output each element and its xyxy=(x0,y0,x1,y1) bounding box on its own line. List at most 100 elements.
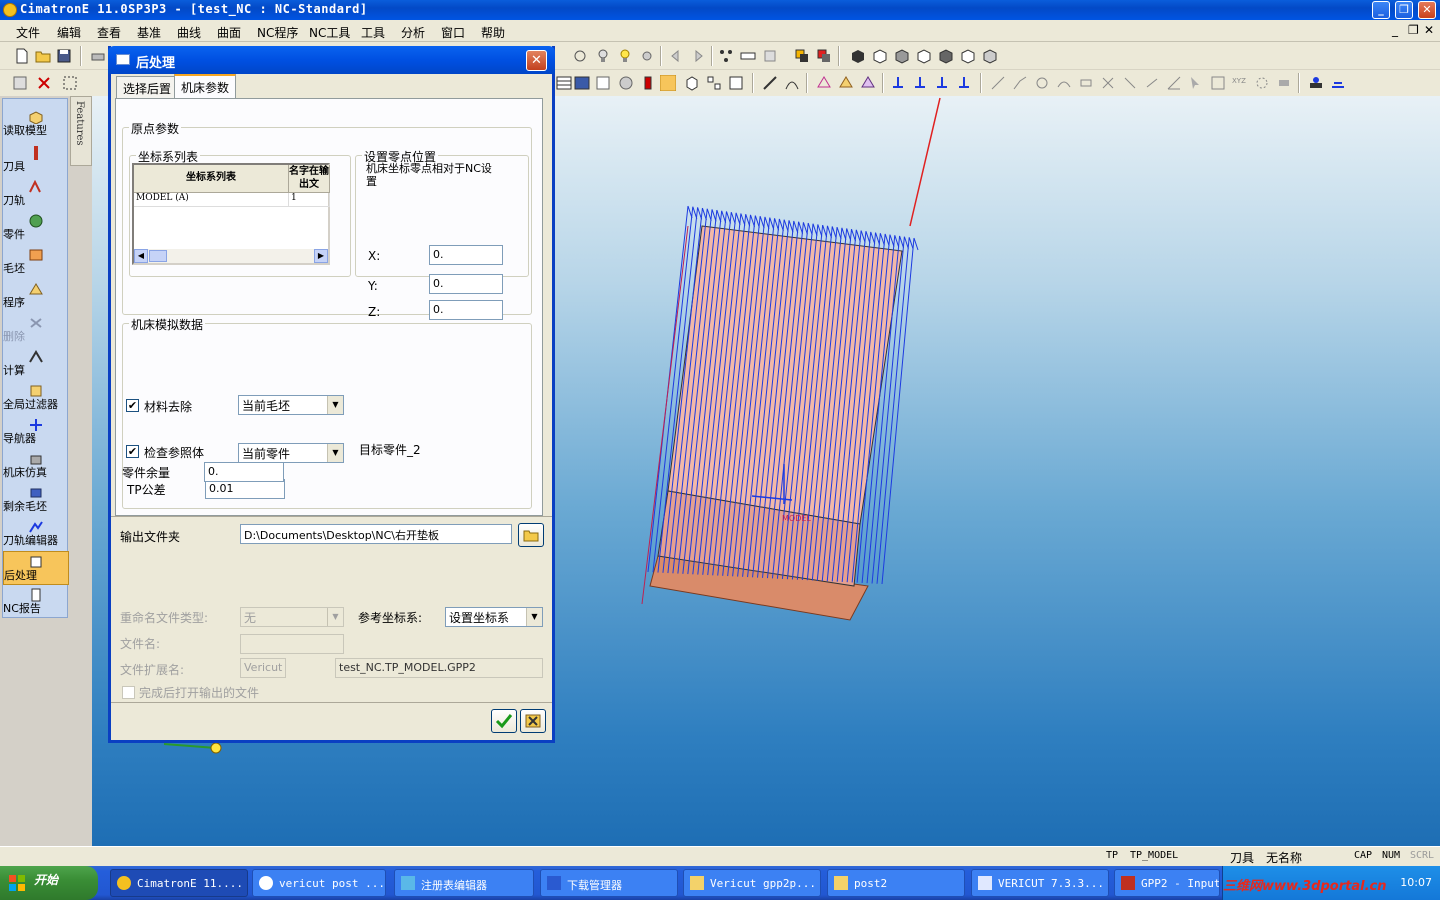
back-arrow-icon[interactable] xyxy=(668,48,684,64)
guide-item-post-process[interactable]: 后处理 xyxy=(3,551,69,585)
guide-item-read-model[interactable]: 读取模型 xyxy=(3,107,69,141)
menu-nc-program[interactable]: NC程序 xyxy=(257,24,298,41)
features-tab[interactable]: Features xyxy=(70,96,92,166)
circle-icon[interactable] xyxy=(1034,75,1050,91)
guide-item-remaining-stock[interactable]: 剩余毛坯 xyxy=(3,483,69,517)
tab-machine-params[interactable]: 机床参数 xyxy=(174,74,237,99)
table-cell-name-output[interactable]: 1 xyxy=(289,193,330,207)
file-ext-input[interactable]: Vericut xyxy=(240,658,286,678)
menu-surface[interactable]: 曲面 xyxy=(217,24,241,41)
pick-mode-icon[interactable] xyxy=(62,75,78,91)
forward-arrow-icon[interactable] xyxy=(690,48,706,64)
view-options-icon[interactable] xyxy=(762,48,778,64)
task-vericut[interactable]: VERICUT 7.3.3... xyxy=(971,869,1109,897)
info-icon[interactable] xyxy=(618,75,634,91)
material-removal-select[interactable]: 当前毛坯 ▼ xyxy=(238,395,344,415)
close-button[interactable]: ✕ xyxy=(1418,1,1436,19)
trim-icon[interactable] xyxy=(1100,75,1116,91)
restore-button[interactable]: ❐ xyxy=(1395,1,1413,19)
mdi-minimize-button[interactable]: _ xyxy=(1392,23,1398,37)
menu-view[interactable]: 查看 xyxy=(97,24,121,41)
tool-holder-icon[interactable] xyxy=(640,75,656,91)
measure-icon[interactable] xyxy=(1254,75,1270,91)
open-folder-icon[interactable] xyxy=(35,48,51,64)
tp-tolerance-input[interactable]: 0.01 xyxy=(205,479,285,499)
print-icon[interactable] xyxy=(90,48,106,64)
xyz-icon[interactable]: XYZ xyxy=(1232,75,1248,91)
guide-item-delete[interactable]: 删除 xyxy=(3,313,69,347)
task-regedit[interactable]: 注册表编辑器 xyxy=(394,869,534,897)
top-view-icon[interactable] xyxy=(894,48,910,64)
polyline-icon[interactable] xyxy=(1012,75,1028,91)
cancel-button[interactable] xyxy=(520,709,546,733)
scroll-right-icon[interactable]: ▶ xyxy=(314,249,328,263)
blend-icon[interactable] xyxy=(860,75,876,91)
surface-icon[interactable] xyxy=(816,75,832,91)
light-bulb-icon[interactable] xyxy=(595,48,611,64)
cancel-select-icon[interactable] xyxy=(36,75,52,91)
curve-icon[interactable] xyxy=(784,75,800,91)
left-view-icon[interactable] xyxy=(938,48,954,64)
open-after-checkbox[interactable] xyxy=(122,686,135,699)
grid-icon[interactable] xyxy=(728,75,744,91)
iso-view-icon[interactable] xyxy=(850,48,866,64)
color-icon[interactable] xyxy=(794,48,810,64)
show-hide-icon[interactable] xyxy=(639,48,655,64)
y-input[interactable]: 0. xyxy=(429,274,503,294)
ucs-create-icon[interactable] xyxy=(912,75,928,91)
coord-system-table[interactable]: 坐标系列表 名字在输出文 MODEL (A) 1 ◀ ▶ xyxy=(132,163,330,265)
menu-nc-tools[interactable]: NC工具 xyxy=(309,24,350,41)
right-view-icon[interactable] xyxy=(916,48,932,64)
light-on-icon[interactable] xyxy=(617,48,633,64)
task-vericut-post[interactable]: vericut post ... xyxy=(252,869,386,897)
menu-edit[interactable]: 编辑 xyxy=(57,24,81,41)
offset-icon[interactable] xyxy=(1144,75,1160,91)
table-header-name-output[interactable]: 名字在输出文 xyxy=(289,165,330,193)
guide-item-nc-report[interactable]: NC报告 xyxy=(3,585,69,619)
split-icon[interactable] xyxy=(1122,75,1138,91)
task-gpp2[interactable]: GPP2 - Input ... xyxy=(1114,869,1220,897)
guide-item-navigator[interactable]: 导航器 xyxy=(3,415,69,449)
pick-filter-icon[interactable] xyxy=(572,48,588,64)
render-mode-icon[interactable] xyxy=(1308,75,1324,91)
z-input[interactable]: 0. xyxy=(429,300,503,320)
guide-item-toolpath-editor[interactable]: 刀轨编辑器 xyxy=(3,517,69,551)
list-icon[interactable] xyxy=(574,75,590,91)
part-allowance-input[interactable]: 0. xyxy=(204,462,284,482)
ucs-rotate-icon[interactable] xyxy=(956,75,972,91)
dialog-close-button[interactable]: ✕ xyxy=(526,50,547,71)
active-mode-icon[interactable] xyxy=(660,75,676,91)
table-icon[interactable] xyxy=(556,75,572,91)
task-vericut-folder[interactable]: Vericut gpp2p... xyxy=(683,869,821,897)
x-input[interactable]: 0. xyxy=(429,245,503,265)
menu-analysis[interactable]: 分析 xyxy=(401,24,425,41)
front-view-icon[interactable] xyxy=(872,48,888,64)
tab-select-post[interactable]: 选择后置 xyxy=(116,76,179,98)
minimize-button[interactable]: _ xyxy=(1372,1,1390,19)
back-view-icon[interactable] xyxy=(982,48,998,64)
menu-help[interactable]: 帮助 xyxy=(481,24,505,41)
scroll-thumb[interactable] xyxy=(149,250,167,262)
arc-icon[interactable] xyxy=(1056,75,1072,91)
ruler-icon[interactable] xyxy=(740,48,756,64)
menu-file[interactable]: 文件 xyxy=(16,24,40,41)
dialog-title-bar[interactable]: 后处理 ✕ xyxy=(108,46,555,74)
line-icon[interactable] xyxy=(990,75,1006,91)
clock[interactable]: 10:07 xyxy=(1400,876,1432,889)
mdi-restore-button[interactable]: ❐ xyxy=(1408,23,1419,37)
menu-curve[interactable]: 曲线 xyxy=(177,24,201,41)
frame-icon[interactable] xyxy=(1210,75,1226,91)
guide-item-calculate[interactable]: 计算 xyxy=(3,347,69,381)
layers-icon[interactable] xyxy=(816,48,832,64)
task-cimatron[interactable]: CimatronE 11.... xyxy=(110,869,248,897)
new-file-icon[interactable] xyxy=(14,48,30,64)
guide-item-toolpath[interactable]: 刀轨 xyxy=(3,177,69,211)
help-query-icon[interactable] xyxy=(595,75,611,91)
sketch-icon[interactable] xyxy=(762,75,778,91)
rectangle-icon[interactable] xyxy=(1078,75,1094,91)
mdi-close-button[interactable]: ✕ xyxy=(1424,23,1434,37)
ucs-move-icon[interactable] xyxy=(934,75,950,91)
table-cell-coord[interactable]: MODEL (A) xyxy=(134,193,289,207)
select-icon[interactable] xyxy=(12,75,28,91)
solid-icon[interactable] xyxy=(838,75,854,91)
